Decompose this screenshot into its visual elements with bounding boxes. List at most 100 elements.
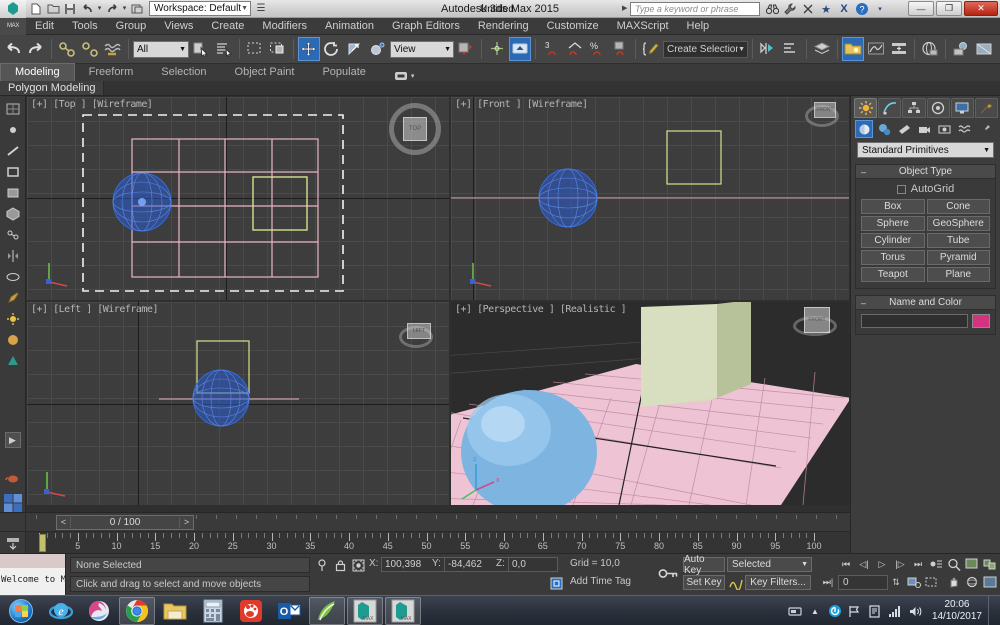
layer-explorer-button[interactable]	[811, 37, 833, 61]
window-crossing-toggle-button[interactable]	[267, 37, 289, 61]
generate-topology-icon[interactable]	[2, 225, 24, 244]
redo-icon[interactable]	[104, 1, 120, 16]
save-file-icon[interactable]	[62, 1, 78, 16]
edit-named-selection-sets-button[interactable]	[640, 37, 662, 61]
isolate-selection-icon[interactable]	[315, 558, 329, 572]
snaps-toggle-button[interactable]	[509, 37, 531, 61]
plane-button[interactable]: Plane	[926, 267, 990, 282]
key-mode-combo[interactable]: Selected ▼	[727, 557, 812, 572]
unlink-selection-button[interactable]	[79, 37, 101, 61]
viewcube-perspective[interactable]: FRONT	[793, 307, 837, 336]
add-time-tag-icon[interactable]	[549, 576, 563, 590]
object-type-header[interactable]: – Object Type	[856, 165, 995, 179]
sphere-button[interactable]: Sphere	[861, 216, 925, 231]
undo-dropdown-icon[interactable]: ▾	[96, 1, 103, 16]
geometry-icon[interactable]	[855, 120, 873, 138]
search-input[interactable]: Type a keyword or phrase	[630, 2, 760, 16]
time-slider-track[interactable]: < 0 / 100 >	[26, 513, 850, 532]
vertex-icon[interactable]	[2, 120, 24, 139]
internet-explorer-icon[interactable]: e	[43, 597, 79, 625]
align-button[interactable]	[780, 37, 802, 61]
space-warps-icon[interactable]	[955, 120, 973, 138]
create-tab[interactable]	[854, 98, 878, 118]
key-mode-toggle-button[interactable]: ⏭|	[820, 575, 836, 590]
frame-spinner-icon[interactable]: ⇅	[888, 575, 904, 590]
cone-primitive-icon[interactable]	[2, 351, 24, 370]
wrench-icon[interactable]	[783, 2, 797, 16]
torus-button[interactable]: Torus	[861, 250, 925, 265]
object-color-swatch[interactable]	[972, 314, 990, 328]
rendered-frame-window-button[interactable]	[973, 37, 995, 61]
redo-button[interactable]	[25, 37, 47, 61]
reference-coordinate-combo[interactable]: View ▼	[390, 40, 454, 58]
orbit-view-icon[interactable]	[964, 575, 980, 590]
ribbon-tab-modeling[interactable]: Modeling	[0, 63, 75, 81]
rectangular-selection-region-button[interactable]	[244, 37, 266, 61]
motion-tab[interactable]	[926, 98, 950, 118]
object-category-combo[interactable]: Standard Primitives ▼	[857, 142, 994, 158]
tray-device-icon[interactable]	[788, 605, 802, 617]
select-by-name-button[interactable]	[213, 37, 235, 61]
time-configuration-icon[interactable]	[928, 557, 944, 572]
angle-snap-toggle-button[interactable]: 3	[540, 37, 562, 61]
play-animation-icon[interactable]: ▷	[874, 557, 890, 572]
percent-snap-toggle-button[interactable]	[563, 37, 585, 61]
scene-explorer-button[interactable]	[842, 37, 864, 61]
z-coord-field[interactable]: 0,0	[508, 557, 558, 572]
document-dropdown-icon[interactable]: ▶	[622, 4, 627, 12]
action-center-flag-icon[interactable]	[848, 605, 862, 618]
lights-icon[interactable]	[895, 120, 913, 138]
new-file-icon[interactable]	[28, 1, 44, 16]
next-frame-icon[interactable]: |▷	[892, 557, 908, 572]
selection-filter-combo[interactable]: All ▼	[133, 40, 189, 58]
name-and-color-header[interactable]: – Name and Color	[856, 296, 995, 310]
open-mini-curve-editor-button[interactable]	[0, 532, 26, 554]
zoom-all-icon[interactable]	[964, 557, 980, 572]
go-to-start-icon[interactable]: ⏮	[838, 557, 854, 572]
zoom-region-icon[interactable]	[924, 575, 940, 590]
pan-view-icon[interactable]	[946, 575, 962, 590]
help-dropdown-icon[interactable]: ▾	[873, 2, 887, 16]
menu-create[interactable]: Create	[202, 18, 253, 35]
app-logo-icon[interactable]	[0, 0, 26, 18]
binoculars-icon[interactable]	[765, 2, 779, 16]
menu-customize[interactable]: Customize	[538, 18, 608, 35]
named-selection-set-combo[interactable]: Create Selection Se ▼	[663, 40, 748, 58]
time-slider-handle[interactable]: < 0 / 100 >	[56, 514, 194, 530]
menu-maxscript[interactable]: MAXScript	[608, 18, 678, 35]
firefox-icon[interactable]	[81, 597, 117, 625]
cameras-icon[interactable]	[915, 120, 933, 138]
menu-help[interactable]: Help	[678, 18, 719, 35]
curve-editor-button[interactable]	[865, 37, 887, 61]
viewcube-front[interactable]: FRONT	[805, 102, 839, 127]
edge-icon[interactable]	[2, 141, 24, 160]
undo-icon[interactable]	[79, 1, 95, 16]
utilities-tab[interactable]	[974, 98, 999, 118]
select-and-link-button[interactable]	[56, 37, 78, 61]
cylinder-button[interactable]: Cylinder	[861, 233, 925, 248]
network-signal-icon[interactable]	[888, 605, 902, 617]
teapot-icon[interactable]	[2, 468, 24, 487]
render-setup-button[interactable]	[950, 37, 972, 61]
undo-button[interactable]	[2, 37, 24, 61]
maxscript-input-line[interactable]	[0, 554, 65, 568]
viewport-perspective-label[interactable]: [+] [Perspective ] [Realistic ]	[455, 304, 627, 315]
taskbar-clock[interactable]: 20:06 14/10/2017	[932, 599, 982, 623]
border-icon[interactable]	[2, 162, 24, 181]
teapot-button[interactable]: Teapot	[861, 267, 925, 282]
polygon-face-icon[interactable]	[2, 183, 24, 202]
zoom-extents-icon[interactable]	[982, 557, 998, 572]
minimize-button[interactable]: —	[908, 1, 934, 16]
use-pivot-point-center-button[interactable]	[455, 37, 477, 61]
absolute-relative-transform-icon[interactable]	[351, 558, 365, 572]
menu-edit[interactable]: Edit	[26, 18, 63, 35]
media-player-icon[interactable]	[233, 597, 269, 625]
viewcube-top[interactable]: TOP	[389, 103, 441, 155]
box-button[interactable]: Box	[861, 199, 925, 214]
close-button[interactable]: ✕	[964, 1, 998, 16]
ribbon-tab-selection[interactable]: Selection	[147, 64, 220, 81]
symmetry-icon[interactable]	[2, 246, 24, 265]
menu-views[interactable]: Views	[155, 18, 202, 35]
star-icon[interactable]: ★	[819, 2, 833, 16]
volume-icon[interactable]	[908, 605, 922, 618]
